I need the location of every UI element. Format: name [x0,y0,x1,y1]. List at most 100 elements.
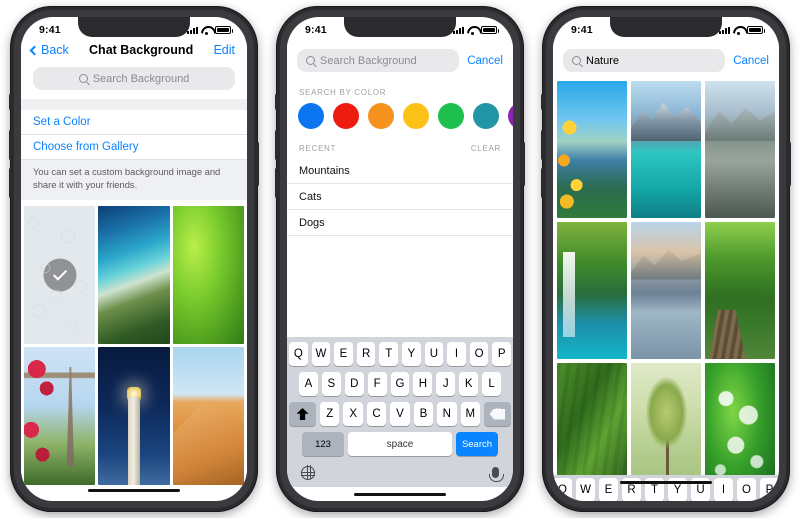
phone-device-2: 9:41 Search Background Cancel SEARCH BY … [275,6,525,512]
color-swatch-teal[interactable] [473,103,499,129]
key-h[interactable]: H [413,372,433,396]
search-placeholder: Search Background [320,54,417,67]
key-t[interactable]: T [379,342,398,366]
footnote-text: You can set a custom background image an… [21,160,247,201]
globe-icon[interactable] [300,465,315,480]
result-rocky-river-mountains[interactable] [705,81,775,218]
power-button[interactable] [522,142,525,186]
back-button[interactable]: Back [29,43,69,57]
key-u[interactable]: U [424,342,444,366]
key-g[interactable]: G [390,372,410,396]
color-swatch-yellow[interactable] [403,103,429,129]
color-swatch-purple[interactable] [508,103,513,129]
home-indicator[interactable] [553,475,779,489]
clear-button[interactable]: CLEAR [471,144,501,153]
recent-item-label: Mountains [299,164,350,177]
key-i[interactable]: I [447,342,466,366]
mute-switch[interactable] [9,94,12,110]
tile-tropical-beach[interactable] [98,206,170,345]
volume-down-button[interactable] [9,168,12,198]
navigation-bar: Back Chat Background Edit [21,41,247,65]
tile-eiffel-tower-roses[interactable] [24,347,96,486]
edit-button[interactable]: Edit [213,43,235,57]
battery-icon [747,26,765,34]
color-swatch-green[interactable] [438,103,464,129]
key-q[interactable]: Q [289,342,308,366]
color-swatch-red[interactable] [333,103,359,129]
key-a[interactable]: A [299,372,318,396]
color-swatch-strip [287,100,513,137]
shift-key[interactable] [289,402,317,426]
key-e[interactable]: E [334,342,353,366]
color-swatch-blue[interactable] [298,103,324,129]
key-p[interactable]: P [492,342,511,366]
choose-from-gallery-row[interactable]: Choose from Gallery [21,135,247,160]
key-m[interactable]: M [460,402,480,426]
power-button[interactable] [256,142,259,186]
search-input[interactable]: Nature [563,49,726,72]
key-y[interactable]: Y [402,342,421,366]
list-item[interactable]: Mountains [287,158,513,184]
keyboard-region: Q W E R T Y U I O P A S D F G H J K L Z … [287,337,513,501]
tile-sand-dune[interactable] [172,347,244,486]
microphone-icon[interactable] [489,467,504,482]
key-j[interactable]: J [436,372,456,396]
numbers-key[interactable]: 123 [302,432,344,456]
backspace-key[interactable] [483,402,511,426]
result-yellow-flowers-lake[interactable] [557,81,627,218]
volume-down-button[interactable] [541,168,544,198]
status-bar-2: 9:41 [287,17,513,41]
search-key[interactable]: Search [456,432,498,456]
search-container-2: Search Background Cancel [287,41,513,81]
list-item[interactable]: Dogs [287,210,513,236]
power-button[interactable] [788,142,791,186]
key-d[interactable]: D [344,372,364,396]
tile-green-fern-leaf[interactable] [172,206,244,345]
search-icon [572,56,581,65]
color-swatch-orange[interactable] [368,103,394,129]
result-turquoise-mountain-lake[interactable] [631,81,701,218]
wifi-icon [733,26,744,35]
key-k[interactable]: K [459,372,479,396]
cancel-button[interactable]: Cancel [733,55,769,67]
tile-doodle-pattern[interactable] [24,206,96,345]
key-n[interactable]: N [437,402,457,426]
home-indicator[interactable] [21,483,247,497]
key-z[interactable]: Z [320,402,340,426]
result-forest-boardwalk-path[interactable] [705,222,775,359]
list-item[interactable]: Cats [287,184,513,210]
battery-icon [481,26,499,34]
mute-switch[interactable] [275,94,278,110]
result-mountain-reflection-lake[interactable] [631,222,701,359]
key-l[interactable]: L [482,372,502,396]
check-icon [43,258,77,292]
section-gap [21,99,247,110]
cancel-button[interactable]: Cancel [467,55,503,67]
signal-icon [719,26,730,34]
search-input[interactable]: Search Background [33,67,235,90]
key-b[interactable]: B [413,402,434,426]
chevron-left-icon [29,45,40,55]
key-o[interactable]: O [469,342,489,366]
key-w[interactable]: W [311,342,331,366]
space-key[interactable]: space [348,432,452,456]
key-v[interactable]: V [390,402,410,426]
home-indicator[interactable] [287,487,513,501]
volume-up-button[interactable] [275,130,278,160]
volume-up-button[interactable] [9,130,12,160]
mute-switch[interactable] [541,94,544,110]
keyboard-row-1: Q W E R T Y U I O P [289,342,511,366]
volume-down-button[interactable] [275,168,278,198]
tile-lighthouse-night[interactable] [98,347,170,486]
result-jungle-waterfall[interactable] [557,222,627,359]
volume-up-button[interactable] [541,130,544,160]
key-f[interactable]: F [367,372,387,396]
status-time: 9:41 [571,24,593,36]
key-s[interactable]: S [321,372,341,396]
key-r[interactable]: R [356,342,376,366]
search-input[interactable]: Search Background [297,49,460,72]
key-x[interactable]: X [343,402,363,426]
key-c[interactable]: C [366,402,387,426]
set-a-color-row[interactable]: Set a Color [21,110,247,135]
search-icon [306,56,315,65]
